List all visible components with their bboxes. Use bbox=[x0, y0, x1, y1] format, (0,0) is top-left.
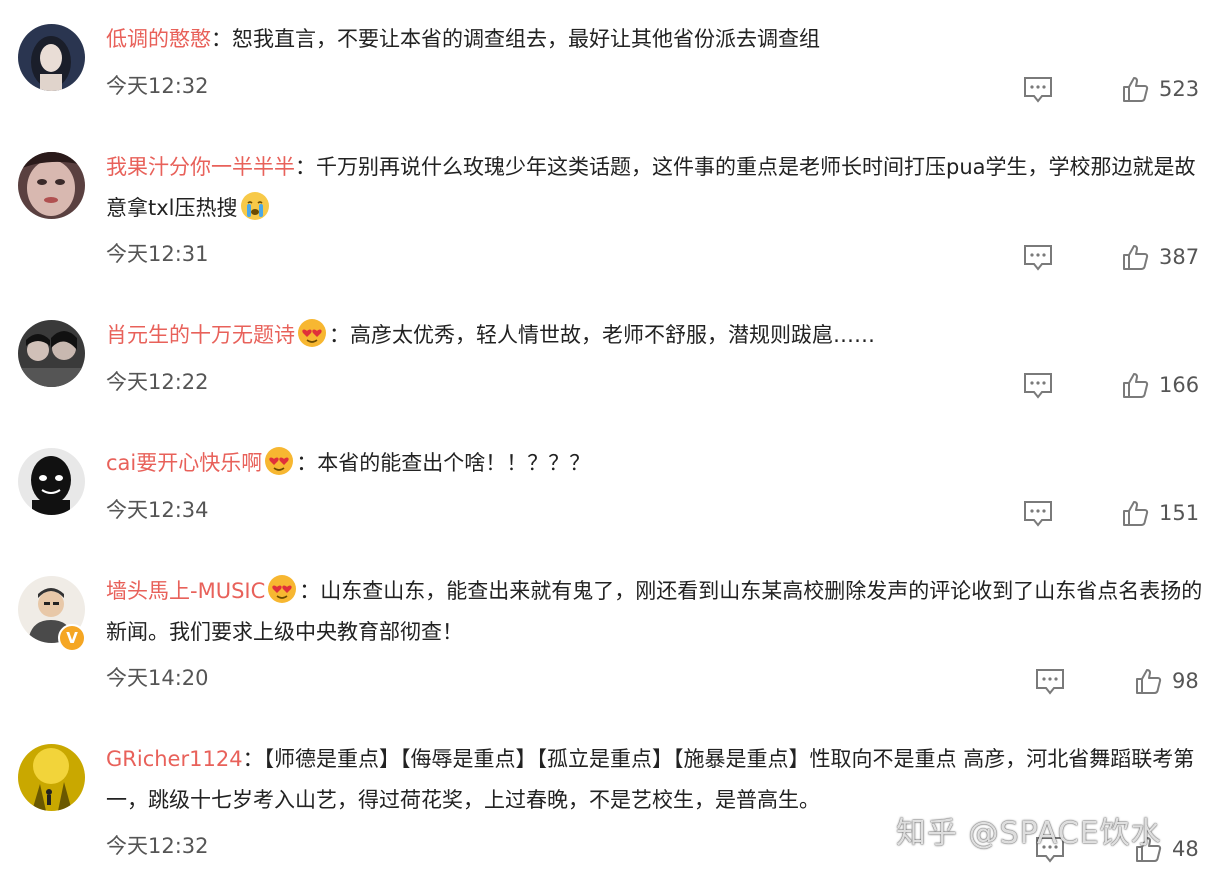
comment-body: cai要开心快乐啊 ：本省的能查出个啥！！？？？ bbox=[106, 443, 1212, 484]
thumbs-up-icon bbox=[1123, 373, 1149, 398]
reply-icon[interactable] bbox=[1022, 243, 1054, 271]
comment-text: 恕我直言，不要让本省的调查组去，最好让其他省份派去调查组 bbox=[232, 27, 820, 51]
like-button[interactable]: 151 bbox=[1121, 497, 1199, 529]
timestamp: 今天12:32 bbox=[106, 74, 209, 98]
thumbs-up-icon bbox=[1123, 501, 1149, 526]
comment-item: 肖元生的十万无题诗 ：高彦太优秀，轻人情世故，老师不舒服，潜规则跋扈…… 今天1… bbox=[0, 288, 1230, 416]
avatar[interactable] bbox=[18, 152, 85, 219]
comment-text: 高彦太优秀，轻人情世故，老师不舒服，潜规则跋扈…… bbox=[350, 323, 875, 347]
username-link[interactable]: 肖元生的十万无题诗 bbox=[106, 323, 295, 347]
heart-eyes-emoji bbox=[268, 575, 297, 603]
like-count: 523 bbox=[1159, 77, 1200, 101]
timestamp: 今天12:32 bbox=[106, 834, 209, 858]
avatar[interactable] bbox=[18, 24, 85, 91]
separator: ： bbox=[329, 323, 350, 347]
comment-item: cai要开心快乐啊 ：本省的能查出个啥！！？？？ 今天12:34 151 bbox=[0, 416, 1230, 544]
comment-body: 墙头馬上-MUSIC ：山东查山东，能查出来就有鬼了，刚还看到山东某高校删除发声… bbox=[106, 571, 1212, 653]
like-count: 387 bbox=[1159, 245, 1200, 269]
comment-body: 我果汁分你一半半半：千万别再说什么玫瑰少年这类话题，这件事的重点是老师长时间打压… bbox=[106, 147, 1212, 229]
crying-face-emoji bbox=[240, 192, 269, 220]
thumbs-up-icon bbox=[1123, 77, 1149, 102]
thumbs-up-icon bbox=[1136, 669, 1162, 694]
like-count: 98 bbox=[1172, 669, 1199, 693]
separator: ： bbox=[296, 451, 318, 475]
watermark: 知乎 @SPACE饮水 bbox=[896, 816, 1162, 851]
thumbs-up-icon bbox=[1123, 245, 1149, 270]
like-count: 48 bbox=[1172, 837, 1199, 861]
comment-item: V 墙头馬上-MUSIC ：山东查山东，能查出来就有鬼了，刚还看到山东某高校删除… bbox=[0, 544, 1230, 712]
comment-text: 【师德是重点】【侮辱是重点】【孤立是重点】【施暴是重点】性取向不是重点 高彦，河… bbox=[106, 747, 1195, 812]
comment-body: 低调的憨憨：恕我直言，不要让本省的调查组去，最好让其他省份派去调查组 bbox=[106, 19, 1212, 60]
comment-item: 低调的憨憨：恕我直言，不要让本省的调查组去，最好让其他省份派去调查组 今天12:… bbox=[0, 0, 1230, 120]
separator: ： bbox=[211, 27, 232, 51]
username-link[interactable]: 墙头馬上-MUSIC bbox=[106, 579, 265, 603]
username-link[interactable]: 我果汁分你一半半半 bbox=[106, 155, 295, 179]
avatar[interactable] bbox=[18, 744, 85, 811]
reply-icon[interactable] bbox=[1034, 667, 1066, 695]
reply-icon[interactable] bbox=[1022, 75, 1054, 103]
like-button[interactable]: 166 bbox=[1121, 369, 1199, 401]
timestamp: 今天14:20 bbox=[106, 666, 209, 690]
timestamp: 今天12:34 bbox=[106, 498, 209, 522]
timestamp: 今天12:31 bbox=[106, 242, 209, 266]
comment-body: 肖元生的十万无题诗 ：高彦太优秀，轻人情世故，老师不舒服，潜规则跋扈…… bbox=[106, 315, 1212, 356]
avatar[interactable] bbox=[18, 448, 85, 515]
heart-eyes-emoji bbox=[298, 319, 326, 347]
like-button[interactable]: 523 bbox=[1121, 73, 1199, 105]
verified-badge: V bbox=[58, 624, 86, 652]
like-button[interactable]: 98 bbox=[1134, 665, 1199, 697]
separator: ： bbox=[242, 747, 264, 771]
timestamp: 今天12:22 bbox=[106, 370, 209, 394]
like-button[interactable]: 387 bbox=[1121, 241, 1199, 273]
separator: ： bbox=[299, 579, 321, 603]
username-link[interactable]: GRicher1124 bbox=[106, 747, 243, 771]
heart-eyes-emoji bbox=[265, 447, 294, 475]
reply-icon[interactable] bbox=[1022, 499, 1054, 527]
username-link[interactable]: 低调的憨憨 bbox=[106, 27, 211, 51]
username-link[interactable]: cai要开心快乐啊 bbox=[106, 451, 262, 475]
comment-item: GRicher1124：【师德是重点】【侮辱是重点】【孤立是重点】【施暴是重点】… bbox=[0, 712, 1230, 880]
like-count: 166 bbox=[1159, 373, 1200, 397]
avatar[interactable] bbox=[18, 320, 85, 387]
comment-text: 本省的能查出个啥！！？？？ bbox=[317, 451, 591, 475]
reply-icon[interactable] bbox=[1022, 371, 1054, 399]
comment-item: 我果汁分你一半半半：千万别再说什么玫瑰少年这类话题，这件事的重点是老师长时间打压… bbox=[0, 120, 1230, 288]
like-count: 151 bbox=[1159, 501, 1200, 525]
separator: ： bbox=[295, 155, 316, 179]
